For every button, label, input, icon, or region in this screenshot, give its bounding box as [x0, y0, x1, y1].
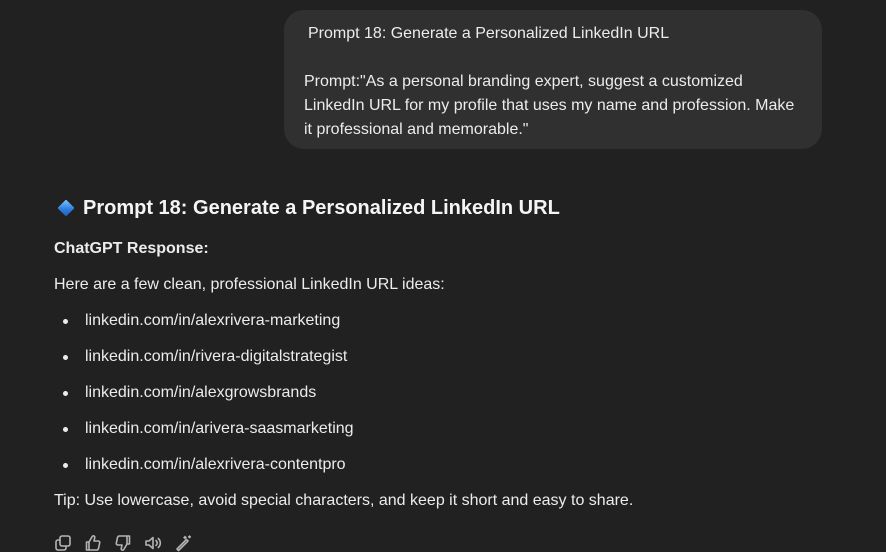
- read-aloud-button[interactable]: [144, 532, 162, 552]
- user-message-bubble: Prompt 18: Generate a Personalized Linke…: [284, 10, 822, 149]
- blue-diamond-icon: [57, 199, 75, 217]
- response-intro: Here are a few clean, professional Linke…: [54, 276, 445, 293]
- bad-response-button[interactable]: [114, 532, 132, 552]
- bullet-icon: [63, 463, 68, 468]
- url-suggestion: linkedin.com/in/alexrivera-contentpro: [85, 456, 346, 473]
- url-list: linkedin.com/in/alexrivera-marketing lin…: [54, 309, 844, 477]
- url-suggestion: linkedin.com/in/alexgrowsbrands: [85, 384, 317, 401]
- thumbs-down-icon: [115, 535, 131, 551]
- user-message-body: Prompt:"As a personal branding expert, s…: [304, 73, 795, 138]
- response-heading: Prompt 18: Generate a Personalized Linke…: [56, 193, 844, 223]
- response-tip: Tip: Use lowercase, avoid special charac…: [54, 492, 634, 509]
- list-item: linkedin.com/in/alexgrowsbrands: [54, 381, 844, 405]
- bullet-icon: [63, 319, 68, 324]
- url-suggestion: linkedin.com/in/alexrivera-marketing: [85, 312, 341, 329]
- url-suggestion: linkedin.com/in/arivera-saasmarketing: [85, 420, 354, 437]
- url-suggestion: linkedin.com/in/rivera-digitalstrategist: [85, 348, 348, 365]
- response-actions: [54, 532, 192, 552]
- assistant-response: Prompt 18: Generate a Personalized Linke…: [54, 193, 844, 513]
- user-message-title: Prompt 18: Generate a Personalized Linke…: [308, 25, 670, 42]
- list-item: linkedin.com/in/arivera-saasmarketing: [54, 417, 844, 441]
- chat-page: Prompt 18: Generate a Personalized Linke…: [0, 0, 886, 552]
- list-item: linkedin.com/in/rivera-digitalstrategist: [54, 345, 844, 369]
- list-item: linkedin.com/in/alexrivera-marketing: [54, 309, 844, 333]
- read-aloud-icon: [145, 536, 162, 550]
- copy-button[interactable]: [54, 532, 72, 552]
- bullet-icon: [63, 355, 68, 360]
- response-label: ChatGPT Response:: [54, 240, 209, 257]
- good-response-button[interactable]: [84, 532, 102, 552]
- copy-icon: [55, 535, 71, 551]
- response-heading-text: Prompt 18: Generate a Personalized Linke…: [83, 197, 560, 219]
- list-item: linkedin.com/in/alexrivera-contentpro: [54, 453, 844, 477]
- thumbs-up-icon: [85, 535, 101, 551]
- bullet-icon: [63, 391, 68, 396]
- edit-wand-icon: [176, 535, 192, 552]
- edit-response-button[interactable]: [174, 532, 192, 552]
- bullet-icon: [63, 427, 68, 432]
